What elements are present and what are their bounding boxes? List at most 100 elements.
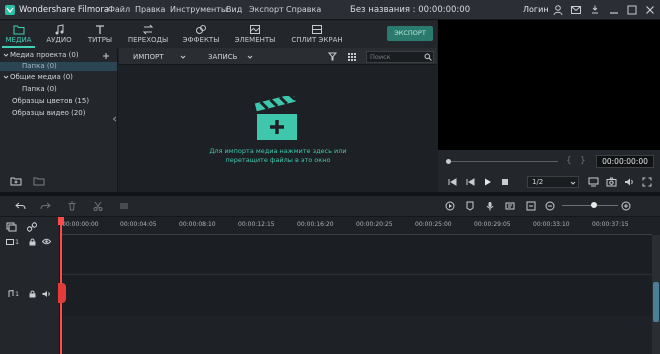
eye-icon[interactable] [42, 238, 51, 245]
grid-view-icon[interactable] [347, 52, 356, 61]
import-clapperboard-icon[interactable] [254, 96, 304, 142]
zoom-slider-handle[interactable] [591, 202, 597, 208]
volume-icon[interactable] [624, 177, 634, 187]
speaker-icon[interactable] [42, 290, 51, 298]
library-item-color-samples[interactable]: Образцы цветов (15) [12, 97, 89, 105]
marker-icon[interactable] [466, 201, 474, 211]
maximize-icon[interactable] [626, 4, 638, 16]
delete-icon[interactable] [67, 201, 77, 211]
menu-edit[interactable]: Правка [135, 5, 165, 14]
minimize-icon[interactable] [608, 4, 620, 16]
fullscreen-icon[interactable] [642, 177, 652, 187]
ruler-tick-label: 00:00:16:20 [297, 221, 334, 228]
chevron-down-icon[interactable] [247, 54, 253, 60]
lock-icon[interactable] [29, 238, 36, 246]
tab-split-screen[interactable]: СПЛИТ ЭКРАН [288, 21, 346, 48]
display-settings-icon[interactable] [588, 177, 599, 187]
menu-export[interactable]: Экспорт [249, 5, 284, 14]
zoom-in-icon[interactable] [621, 201, 631, 211]
library-item-shared-media[interactable]: Общие медиа (0) [10, 73, 73, 81]
tab-effects[interactable]: ЭФФЕКТЫ [180, 21, 222, 48]
zoom-slider[interactable] [562, 205, 618, 206]
notification-icon[interactable] [589, 4, 601, 16]
library-add-icon[interactable] [102, 52, 110, 60]
menu-file[interactable]: Файл [108, 5, 130, 14]
split-screen-icon [311, 24, 323, 35]
audio-mixer-icon[interactable] [119, 201, 129, 211]
import-hint-text[interactable]: Для импорта медиа нажмите здесь или пере… [200, 147, 356, 165]
stop-icon[interactable] [501, 178, 509, 186]
menu-help[interactable]: Справка [286, 5, 321, 14]
filter-icon[interactable] [328, 52, 337, 61]
redo-icon[interactable] [40, 201, 51, 211]
split-scissors-icon[interactable] [93, 201, 103, 211]
chevron-down-icon[interactable] [570, 180, 576, 186]
tab-elements[interactable]: ЭЛЕМЕНТЫ [231, 21, 279, 48]
tab-transitions-label: ПЕРЕХОДЫ [127, 36, 169, 44]
timeline-scrollbar-thumb[interactable] [653, 282, 659, 322]
menu-view[interactable]: Вид [226, 5, 242, 14]
tab-media[interactable]: МЕДИА [2, 21, 35, 48]
chevron-down-icon[interactable] [3, 52, 9, 58]
render-icon[interactable] [445, 201, 455, 211]
microphone-icon[interactable] [486, 201, 494, 211]
close-icon[interactable] [644, 4, 656, 16]
effects-icon [195, 24, 207, 35]
video-track-lane[interactable] [60, 235, 652, 273]
audio-track-icon [6, 290, 14, 298]
ruler-tick-label: 00:00:20:25 [356, 221, 393, 228]
message-icon[interactable] [570, 4, 582, 16]
remove-folder-icon[interactable] [33, 176, 45, 186]
tab-audio[interactable]: АУДИО [42, 21, 76, 48]
import-dropdown[interactable]: ИМПОРТ [133, 53, 164, 61]
library-item-shared-folder[interactable]: Папка (0) [22, 85, 57, 93]
playhead-handle[interactable] [58, 283, 66, 303]
tab-titles[interactable]: ТИТРЫ [83, 21, 117, 48]
preview-progress-handle[interactable] [446, 159, 451, 164]
library-item-project-media[interactable]: Медиа проекта (0) [10, 51, 79, 59]
ruler-tick-label: 00:00:25:00 [415, 221, 452, 228]
play-icon[interactable] [484, 178, 492, 186]
snap-icon[interactable] [526, 201, 536, 211]
play-reverse-icon[interactable] [466, 178, 475, 186]
lock-icon[interactable] [29, 290, 36, 298]
document-title: Без названия : 00:00:00:00 [350, 5, 471, 15]
library-item-video-samples[interactable]: Образцы видео (20) [12, 109, 86, 117]
add-track-icon[interactable] [6, 222, 17, 232]
undo-icon[interactable] [15, 201, 26, 211]
timeline-empty-area [60, 316, 652, 354]
folder-icon [13, 24, 25, 35]
ruler-tick-label: 00:00:29:05 [474, 221, 511, 228]
video-track-number: 1 [15, 238, 20, 246]
menu-tools[interactable]: Инструменты [170, 5, 227, 14]
login-button[interactable]: Логин [523, 5, 549, 14]
new-folder-icon[interactable] [10, 176, 22, 186]
account-icon[interactable] [552, 4, 564, 16]
audio-track-number: 1 [15, 290, 20, 298]
audio-track-lane[interactable] [60, 274, 652, 316]
ruler-tick-label: 00:00:08:10 [179, 221, 216, 228]
video-track-icon [6, 238, 14, 246]
collapse-panel-icon[interactable] [112, 116, 117, 122]
transition-icon [142, 24, 154, 35]
zoom-out-icon[interactable] [545, 201, 555, 211]
chevron-down-icon[interactable] [3, 74, 9, 80]
link-icon[interactable] [27, 222, 37, 232]
preview-timecode: 00:00:00:00 [596, 155, 654, 168]
preview-progress-bar[interactable] [448, 161, 558, 162]
mark-in-icon[interactable]: { [566, 156, 572, 166]
step-back-icon[interactable] [448, 178, 457, 186]
snapshot-camera-icon[interactable] [606, 177, 617, 187]
ruler-tick-label: 00:00:04:05 [120, 221, 157, 228]
library-item-project-folder[interactable]: Папка (0) [22, 62, 57, 70]
search-icon[interactable] [424, 53, 432, 61]
mark-out-icon[interactable]: } [580, 156, 586, 166]
voiceover-icon[interactable] [505, 201, 515, 211]
tab-transitions[interactable]: ПЕРЕХОДЫ [124, 21, 172, 48]
chevron-down-icon[interactable] [180, 54, 186, 60]
filmora-logo-icon [4, 4, 16, 16]
music-note-icon [53, 24, 65, 35]
export-button[interactable]: ЭКСПОРТ [387, 26, 433, 41]
playhead-marker[interactable] [58, 217, 64, 225]
record-dropdown[interactable]: ЗАПИСЬ [208, 53, 237, 61]
